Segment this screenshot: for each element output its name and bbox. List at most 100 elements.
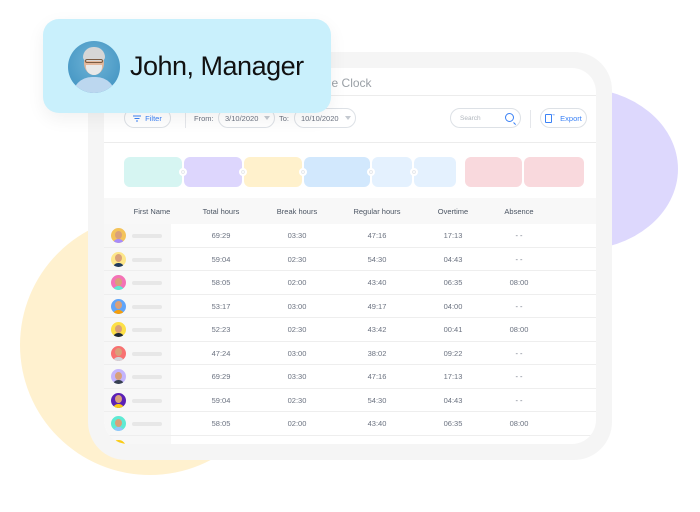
avatar [111, 416, 126, 431]
timeline-segment[interactable] [524, 157, 584, 187]
avatar [111, 392, 126, 408]
cell-regular: 38:02 [367, 348, 387, 358]
divider [104, 142, 596, 143]
from-date-value: 3/10/2020 [225, 113, 259, 123]
cell-regular: 54:30 [367, 254, 387, 264]
table-row[interactable]: 59:04 02:30 54:30 04:43 - - [104, 248, 596, 271]
timeline-connector-dot [410, 168, 418, 176]
avatar [68, 41, 120, 93]
timeline-segment[interactable] [124, 157, 182, 187]
cell-overtime: 17:13 [443, 231, 463, 240]
to-label: To: [279, 114, 290, 123]
timeline-segment[interactable] [414, 157, 456, 187]
cell-break: 03:30 [287, 372, 307, 381]
cell-regular: 43:40 [367, 278, 387, 287]
cell-total: 69:29 [211, 231, 231, 240]
divider [530, 110, 531, 128]
cell-regular: 43:40 [367, 419, 387, 428]
filter-label: Filter [145, 113, 162, 123]
cell-break: 02:30 [287, 325, 307, 334]
table-row[interactable]: 59:04 02:30 54:30 04:43 - - [104, 389, 596, 412]
table-row[interactable]: 47:24 03:00 38:02 09:22 - - [104, 342, 596, 365]
cell-regular: 47:16 [367, 231, 387, 240]
table-header: First Name Total hours Break hours Regul… [104, 198, 596, 224]
table-row[interactable]: 58:05 02:00 43:40 06:35 08:00 [104, 271, 596, 295]
user-name: John, Manager [130, 51, 304, 81]
name-placeholder [132, 304, 162, 309]
search-icon [505, 113, 514, 122]
search-placeholder: Search [460, 114, 481, 122]
cell-break: 03:00 [287, 301, 307, 311]
table-body: 69:29 03:30 47:16 17:13 - - 59:04 02:30 54:30 04… [104, 224, 596, 444]
cell-total: 52:23 [211, 325, 231, 334]
timeline-connector-dot [179, 168, 187, 176]
avatar [111, 298, 126, 314]
cell-absence: - - [515, 372, 523, 381]
cell-regular: 49:17 [367, 301, 387, 311]
to-date-value: 10/10/2020 [301, 113, 339, 123]
cell-regular: 43:42 [367, 325, 387, 334]
export-label: Export [560, 113, 582, 123]
column-header-first-name[interactable]: First Name [134, 207, 171, 216]
cell-overtime: 06:35 [443, 419, 463, 428]
cell-regular: 47:16 [367, 372, 387, 381]
cell-break: 03:30 [287, 231, 307, 240]
cell-overtime: 04:00 [443, 301, 463, 311]
name-placeholder [132, 398, 162, 403]
name-placeholder [132, 328, 162, 332]
avatar [111, 345, 126, 361]
cell-absence: 08:00 [509, 278, 529, 287]
cell-overtime: 06:35 [443, 278, 463, 287]
name-placeholder [132, 422, 162, 426]
timeline-connector-dot [299, 168, 307, 176]
table-row[interactable] [104, 436, 596, 444]
cell-total: 69:29 [211, 372, 231, 381]
cell-total: 58:05 [211, 278, 231, 287]
timeline-segment[interactable] [304, 157, 370, 187]
cell-break: 02:30 [287, 395, 307, 405]
table-row[interactable]: 69:29 03:30 47:16 17:13 - - [104, 224, 596, 248]
timeline-segment[interactable] [184, 157, 242, 187]
search-input[interactable]: Search [450, 108, 521, 128]
cell-regular: 54:30 [367, 395, 387, 405]
timeline-segment[interactable] [372, 157, 412, 187]
cell-total: 53:17 [211, 301, 231, 311]
export-button[interactable]: Export [540, 108, 587, 128]
cell-total: 58:05 [211, 419, 231, 428]
cell-absence: - - [515, 301, 523, 311]
table-row[interactable]: 52:23 02:30 43:42 00:41 08:00 [104, 318, 596, 342]
timeline-bar [124, 157, 586, 187]
name-placeholder [132, 281, 162, 285]
cell-overtime: 09:22 [443, 348, 463, 358]
chevron-down-icon [264, 116, 271, 120]
avatar [111, 228, 126, 243]
timeline-segment[interactable] [244, 157, 302, 187]
name-placeholder [132, 257, 162, 262]
column-header-regular-hours[interactable]: Regular hours [353, 207, 400, 216]
cell-break: 02:00 [287, 278, 307, 287]
column-header-absence[interactable]: Absence [504, 207, 533, 216]
name-placeholder [132, 375, 162, 379]
cell-overtime: 04:43 [443, 254, 463, 264]
column-header-total-hours[interactable]: Total hours [203, 207, 240, 216]
chevron-down-icon [344, 116, 351, 120]
cell-absence: - - [515, 254, 523, 264]
table-row[interactable]: 69:29 03:30 47:16 17:13 - - [104, 365, 596, 389]
cell-absence: - - [515, 348, 523, 358]
export-icon [545, 111, 556, 123]
timeline-connector-dot [239, 168, 247, 176]
avatar [111, 322, 126, 337]
avatar [111, 439, 126, 444]
cell-total: 59:04 [211, 254, 231, 264]
timeline-segment[interactable] [465, 157, 522, 187]
cell-break: 02:30 [287, 254, 307, 264]
user-profile-card: John, Manager [43, 19, 331, 113]
table-row[interactable]: 58:05 02:00 43:40 06:35 08:00 [104, 412, 596, 436]
name-placeholder [132, 234, 162, 238]
cell-total: 59:04 [211, 395, 231, 405]
cell-absence: - - [515, 231, 523, 240]
column-header-break-hours[interactable]: Break hours [277, 207, 317, 216]
table-row[interactable]: 53:17 03:00 49:17 04:00 - - [104, 295, 596, 318]
time-clock-screen: Time Clock Filter From: 3/10/2020 To: 10… [104, 68, 596, 444]
column-header-overtime[interactable]: Overtime [438, 207, 468, 216]
